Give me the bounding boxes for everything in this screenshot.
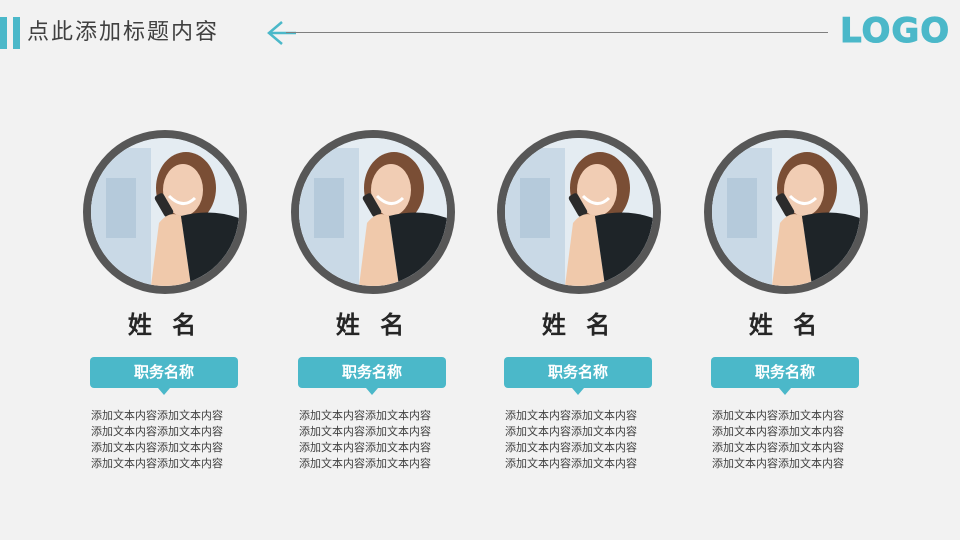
- description-line: 添加文本内容添加文本内容: [712, 457, 844, 470]
- member-name[interactable]: 姓 名: [291, 310, 455, 340]
- logo: LOGO: [839, 11, 951, 52]
- description-line: 添加文本内容添加文本内容: [712, 409, 844, 422]
- description-line: 添加文本内容添加文本内容: [91, 425, 223, 438]
- description-line: 添加文本内容添加文本内容: [299, 409, 431, 422]
- role-badge-pointer: [158, 388, 170, 395]
- woman-on-phone-photo: [83, 130, 247, 294]
- header-divider: [286, 32, 828, 33]
- description-line: 添加文本内容添加文本内容: [712, 441, 844, 454]
- member-description[interactable]: 添加文本内容添加文本内容 添加文本内容添加文本内容 添加文本内容添加文本内容 添…: [299, 408, 459, 472]
- woman-on-phone-photo: [291, 130, 455, 294]
- description-line: 添加文本内容添加文本内容: [91, 409, 223, 422]
- woman-on-phone-photo: [704, 130, 868, 294]
- role-badge[interactable]: 职务名称: [504, 357, 652, 388]
- role-badge-pointer: [779, 388, 791, 395]
- description-line: 添加文本内容添加文本内容: [712, 425, 844, 438]
- role-badge[interactable]: 职务名称: [711, 357, 859, 388]
- description-line: 添加文本内容添加文本内容: [91, 457, 223, 470]
- page-title[interactable]: 点此添加标题内容: [27, 18, 219, 48]
- description-line: 添加文本内容添加文本内容: [505, 425, 637, 438]
- description-line: 添加文本内容添加文本内容: [505, 441, 637, 454]
- role-badge-pointer: [366, 388, 378, 395]
- role-badge[interactable]: 职务名称: [90, 357, 238, 388]
- description-line: 添加文本内容添加文本内容: [299, 441, 431, 454]
- member-name[interactable]: 姓 名: [83, 310, 247, 340]
- member-description[interactable]: 添加文本内容添加文本内容 添加文本内容添加文本内容 添加文本内容添加文本内容 添…: [505, 408, 665, 472]
- title-accent-bar: [0, 17, 7, 49]
- member-name[interactable]: 姓 名: [704, 310, 868, 340]
- description-line: 添加文本内容添加文本内容: [505, 409, 637, 422]
- title-accent-bar: [13, 17, 20, 49]
- role-badge-pointer: [572, 388, 584, 395]
- description-line: 添加文本内容添加文本内容: [299, 457, 431, 470]
- description-line: 添加文本内容添加文本内容: [299, 425, 431, 438]
- member-description[interactable]: 添加文本内容添加文本内容 添加文本内容添加文本内容 添加文本内容添加文本内容 添…: [91, 408, 251, 472]
- arrow-left-icon: [267, 21, 296, 45]
- description-line: 添加文本内容添加文本内容: [505, 457, 637, 470]
- woman-on-phone-photo: [497, 130, 661, 294]
- description-line: 添加文本内容添加文本内容: [91, 441, 223, 454]
- role-badge[interactable]: 职务名称: [298, 357, 446, 388]
- member-name[interactable]: 姓 名: [497, 310, 661, 340]
- member-description[interactable]: 添加文本内容添加文本内容 添加文本内容添加文本内容 添加文本内容添加文本内容 添…: [712, 408, 872, 472]
